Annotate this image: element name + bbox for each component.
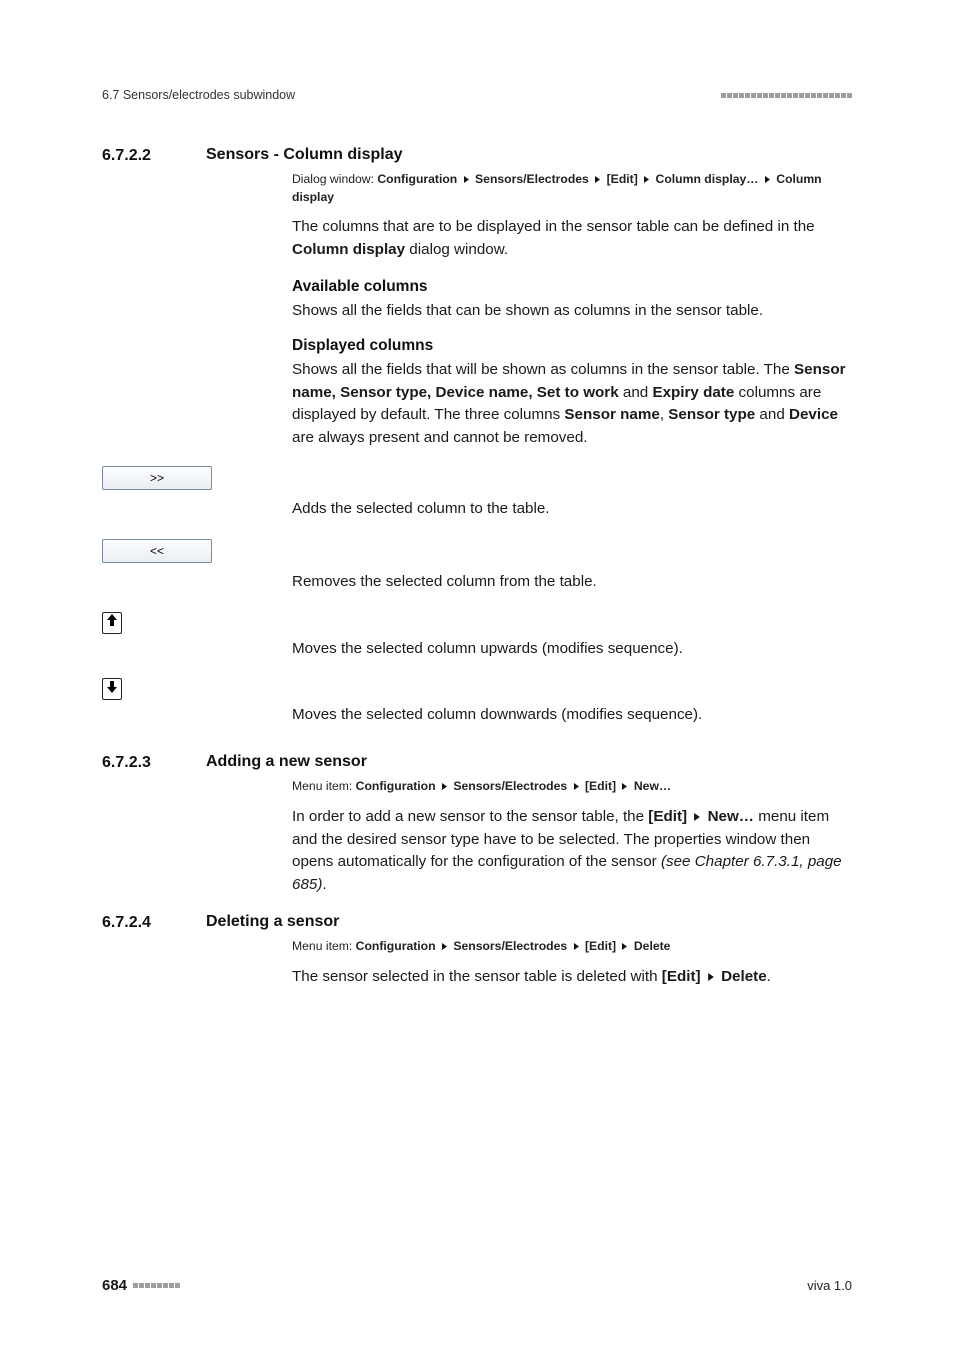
caret-icon <box>573 783 580 790</box>
caret-icon <box>693 813 701 821</box>
arrow-up-icon <box>106 613 118 632</box>
caret-icon <box>707 973 715 981</box>
page-footer: 684 viva 1.0 <box>102 1277 852 1294</box>
remove-column-row: << Removes the selected column from the … <box>102 539 852 594</box>
section-title: Sensors - Column display <box>206 146 402 165</box>
path-seg: New… <box>634 779 671 793</box>
caret-icon <box>621 783 628 790</box>
caret-icon <box>441 943 448 950</box>
section-number: 6.7.2.3 <box>102 753 182 772</box>
section-heading-6-7-2-2: 6.7.2.2 Sensors - Column display <box>102 146 852 165</box>
path-seg: Sensors/Electrodes <box>475 172 589 186</box>
path-seg: Delete <box>634 939 671 953</box>
path-seg: Configuration <box>356 779 436 793</box>
path-seg: [Edit] <box>607 172 638 186</box>
available-columns-block: Available columns Shows all the fields t… <box>292 278 852 323</box>
dialog-path: Dialog window: Configuration Sensors/Ele… <box>292 171 852 206</box>
displayed-columns-text: Shows all the fields that will be shown … <box>292 359 852 450</box>
footer-right: viva 1.0 <box>807 1278 852 1293</box>
delete-sensor-paragraph: The sensor selected in the sensor table … <box>292 966 852 989</box>
available-columns-heading: Available columns <box>292 278 852 296</box>
path-seg: Sensors/Electrodes <box>453 779 567 793</box>
add-column-button-label: >> <box>150 471 164 485</box>
displayed-columns-block: Displayed columns Shows all the fields t… <box>292 337 852 450</box>
add-sensor-paragraph: In order to add a new sensor to the sens… <box>292 806 852 897</box>
section-title: Adding a new sensor <box>206 753 367 772</box>
caret-icon <box>764 176 771 183</box>
caret-icon <box>643 176 650 183</box>
move-down-button[interactable] <box>102 678 122 700</box>
remove-column-button-label: << <box>150 544 164 558</box>
section-number: 6.7.2.4 <box>102 913 182 932</box>
move-up-desc: Moves the selected column upwards (modif… <box>292 612 852 661</box>
remove-column-desc: Removes the selected column from the tab… <box>292 539 852 594</box>
section-heading-6-7-2-3: 6.7.2.3 Adding a new sensor <box>102 753 852 772</box>
remove-column-button[interactable]: << <box>102 539 212 563</box>
caret-icon <box>594 176 601 183</box>
available-columns-text: Shows all the fields that can be shown a… <box>292 300 852 323</box>
section-number: 6.7.2.2 <box>102 146 182 165</box>
intro-paragraph: The columns that are to be displayed in … <box>292 216 852 262</box>
section-heading-6-7-2-4: 6.7.2.4 Deleting a sensor <box>102 913 852 932</box>
caret-icon <box>441 783 448 790</box>
path-seg: Configuration <box>377 172 457 186</box>
move-up-row: Moves the selected column upwards (modif… <box>102 612 852 661</box>
path-seg: Sensors/Electrodes <box>453 939 567 953</box>
menu-path: Menu item: Configuration Sensors/Electro… <box>292 778 852 796</box>
menu-path: Menu item: Configuration Sensors/Electro… <box>292 938 852 956</box>
path-seg: [Edit] <box>585 939 616 953</box>
add-column-row: >> Adds the selected column to the table… <box>102 466 852 521</box>
displayed-columns-heading: Displayed columns <box>292 337 852 355</box>
path-label: Menu item: <box>292 779 356 793</box>
page-number: 684 <box>102 1277 127 1294</box>
move-down-desc: Moves the selected column downwards (mod… <box>292 678 852 727</box>
path-seg: Column display… <box>656 172 759 186</box>
path-seg: Configuration <box>356 939 436 953</box>
path-label: Dialog window: <box>292 172 377 186</box>
caret-icon <box>573 943 580 950</box>
arrow-down-icon <box>106 680 118 699</box>
running-header: 6.7 Sensors/electrodes subwindow <box>102 88 852 102</box>
path-seg: [Edit] <box>585 779 616 793</box>
header-left: 6.7 Sensors/electrodes subwindow <box>102 88 295 102</box>
caret-icon <box>463 176 470 183</box>
move-up-button[interactable] <box>102 612 122 634</box>
footer-left: 684 <box>102 1277 180 1294</box>
path-label: Menu item: <box>292 939 356 953</box>
header-decoration <box>721 93 852 98</box>
caret-icon <box>621 943 628 950</box>
section-title: Deleting a sensor <box>206 913 339 932</box>
add-column-desc: Adds the selected column to the table. <box>292 466 852 521</box>
footer-decoration <box>133 1283 180 1288</box>
add-column-button[interactable]: >> <box>102 466 212 490</box>
move-down-row: Moves the selected column downwards (mod… <box>102 678 852 727</box>
